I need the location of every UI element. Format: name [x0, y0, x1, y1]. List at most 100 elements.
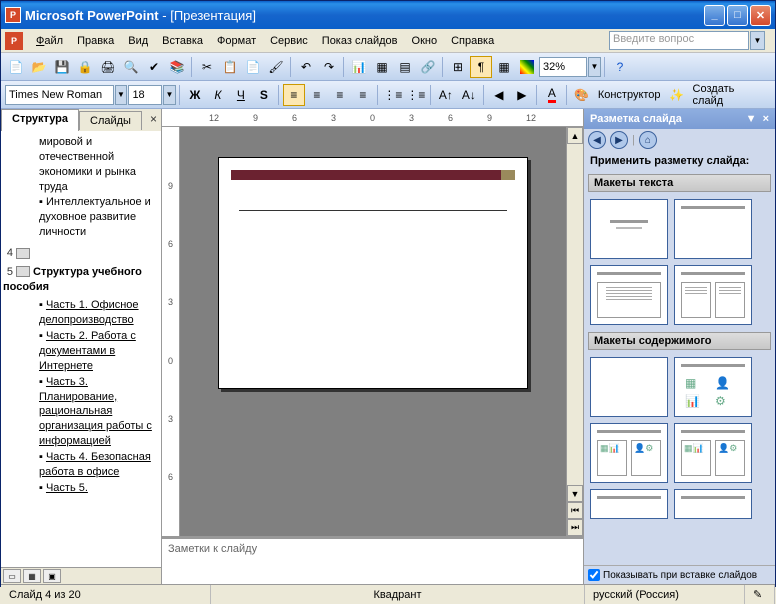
redo-button[interactable]: ↷	[318, 56, 340, 78]
undo-button[interactable]: ↶	[295, 56, 317, 78]
horizontal-ruler[interactable]: 12963036912	[162, 109, 583, 127]
font-dropdown[interactable]: ▼	[115, 85, 128, 105]
menu-slideshow[interactable]: Показ слайдов	[315, 33, 405, 49]
cut-button[interactable]: ✂	[196, 56, 218, 78]
slide-icon[interactable]	[16, 248, 30, 259]
nav-home-button[interactable]: ⌂	[639, 131, 657, 149]
menu-insert[interactable]: Вставка	[155, 33, 210, 49]
layout-title-only[interactable]	[674, 199, 752, 259]
layout-blank[interactable]	[590, 357, 668, 417]
tab-slides[interactable]: Слайды	[79, 111, 142, 130]
menu-file[interactable]: Файл	[29, 33, 70, 49]
save-button[interactable]: 💾	[51, 56, 73, 78]
permission-button[interactable]: 🔒	[74, 56, 96, 78]
align-center-button[interactable]: ≡	[306, 84, 328, 106]
zoom-dropdown[interactable]: ▼	[588, 57, 601, 77]
nav-back-button[interactable]: ◀	[588, 131, 606, 149]
layout-content4[interactable]	[590, 489, 668, 519]
scroll-track[interactable]	[567, 144, 583, 485]
justify-button[interactable]: ≡	[352, 84, 374, 106]
numbering-button[interactable]: ⋮≡	[382, 84, 404, 106]
show-on-insert-checkbox[interactable]	[588, 569, 600, 581]
grid-button[interactable]: ▦	[493, 56, 515, 78]
chart-button[interactable]: 📊	[348, 56, 370, 78]
layout-two-text[interactable]	[674, 265, 752, 325]
table-button[interactable]: ▦	[371, 56, 393, 78]
layout-title-text[interactable]	[590, 265, 668, 325]
help-search-dropdown[interactable]: ▼	[750, 31, 765, 50]
vertical-scrollbar[interactable]: ▲ ▼ ⏮ ⏭	[566, 127, 583, 536]
increase-font-button[interactable]: A↑	[435, 84, 457, 106]
menu-tools[interactable]: Сервис	[263, 33, 315, 49]
next-slide-button[interactable]: ⏭	[567, 519, 583, 536]
layout-content2[interactable]: ▦📊👤⚙	[590, 423, 668, 483]
tables-button[interactable]: ▤	[394, 56, 416, 78]
slideshow-view-button[interactable]: ▣	[43, 569, 61, 583]
underline-button[interactable]: Ч	[230, 84, 252, 106]
outline-item[interactable]: Часть 3. Планирование, рациональная орга…	[39, 375, 159, 449]
menu-edit[interactable]: Правка	[70, 33, 121, 49]
research-button[interactable]: 📚	[166, 56, 188, 78]
vertical-ruler[interactable]: 963036	[162, 127, 180, 536]
minimize-button[interactable]: _	[704, 5, 725, 26]
expand-button[interactable]: ⊞	[447, 56, 469, 78]
bullets-button[interactable]: ⋮≡	[405, 84, 427, 106]
design-icon[interactable]: 🎨	[571, 84, 593, 106]
nav-fwd-button[interactable]: ▶	[610, 131, 628, 149]
shadow-button[interactable]: S	[253, 84, 275, 106]
normal-view-button[interactable]: ▭	[3, 569, 21, 583]
menu-format[interactable]: Формат	[210, 33, 263, 49]
tab-outline[interactable]: Структура	[1, 109, 79, 131]
close-button[interactable]: ✕	[750, 5, 771, 26]
slide[interactable]	[218, 157, 528, 389]
tabs-close-icon[interactable]: ×	[150, 112, 157, 126]
menu-help[interactable]: Справка	[444, 33, 501, 49]
indent-button[interactable]: ▶	[511, 84, 533, 106]
outline-content[interactable]: мировой и отечественной экономики и рынк…	[1, 131, 161, 567]
open-button[interactable]: 📂	[28, 56, 50, 78]
powerpoint-icon[interactable]: P	[5, 32, 23, 50]
status-language[interactable]: русский (Россия)	[585, 585, 745, 604]
maximize-button[interactable]: □	[727, 5, 748, 26]
layout-content[interactable]: ▦👤📊⚙	[674, 357, 752, 417]
color-button[interactable]	[516, 56, 538, 78]
scroll-up-button[interactable]: ▲	[567, 127, 583, 144]
task-pane-close-icon[interactable]: ×	[763, 113, 769, 125]
status-spell-icon[interactable]: ✎	[745, 585, 775, 604]
format-painter-button[interactable]: 🖌	[265, 56, 287, 78]
align-left-button[interactable]: ≡	[283, 84, 305, 106]
new-slide-button[interactable]: Создать слайд	[689, 83, 771, 107]
slide-canvas[interactable]	[180, 127, 566, 536]
help-search-input[interactable]: Введите вопрос	[609, 31, 749, 50]
layout-content5[interactable]	[674, 489, 752, 519]
prev-slide-button[interactable]: ⏮	[567, 502, 583, 519]
hyperlink-button[interactable]: 🔗	[417, 56, 439, 78]
task-pane-menu-icon[interactable]: ▼	[746, 113, 757, 125]
font-input[interactable]: Times New Roman	[5, 85, 114, 105]
size-input[interactable]: 18	[128, 85, 162, 105]
copy-button[interactable]: 📋	[219, 56, 241, 78]
new-button[interactable]: 📄	[5, 56, 27, 78]
size-dropdown[interactable]: ▼	[163, 85, 176, 105]
bold-button[interactable]: Ж	[184, 84, 206, 106]
outline-item[interactable]: Часть 5.	[39, 481, 159, 496]
outline-item[interactable]: Часть 2. Работа с документами в Интернет…	[39, 329, 159, 374]
outline-bullet[interactable]: мировой и отечественной экономики и рынк…	[39, 135, 159, 194]
notes-pane[interactable]: Заметки к слайду	[162, 536, 583, 584]
font-color-button[interactable]: A	[541, 84, 563, 106]
help-button[interactable]: ?	[609, 56, 631, 78]
preview-button[interactable]: 🔍	[120, 56, 142, 78]
slide-icon[interactable]	[16, 266, 30, 277]
scroll-down-button[interactable]: ▼	[567, 485, 583, 502]
designer-button[interactable]: Конструктор	[594, 89, 665, 101]
print-button[interactable]: 🖨	[97, 56, 119, 78]
outdent-button[interactable]: ◀	[488, 84, 510, 106]
zoom-input[interactable]: 32%	[539, 57, 587, 77]
paste-button[interactable]: 📄	[242, 56, 264, 78]
layout-content3[interactable]: ▦📊👤⚙	[674, 423, 752, 483]
newslide-icon[interactable]: ✨	[666, 84, 688, 106]
decrease-font-button[interactable]: A↓	[458, 84, 480, 106]
outline-item[interactable]: Часть 4. Безопасная работа в офисе	[39, 450, 159, 480]
spell-button[interactable]: ✔	[143, 56, 165, 78]
align-right-button[interactable]: ≡	[329, 84, 351, 106]
